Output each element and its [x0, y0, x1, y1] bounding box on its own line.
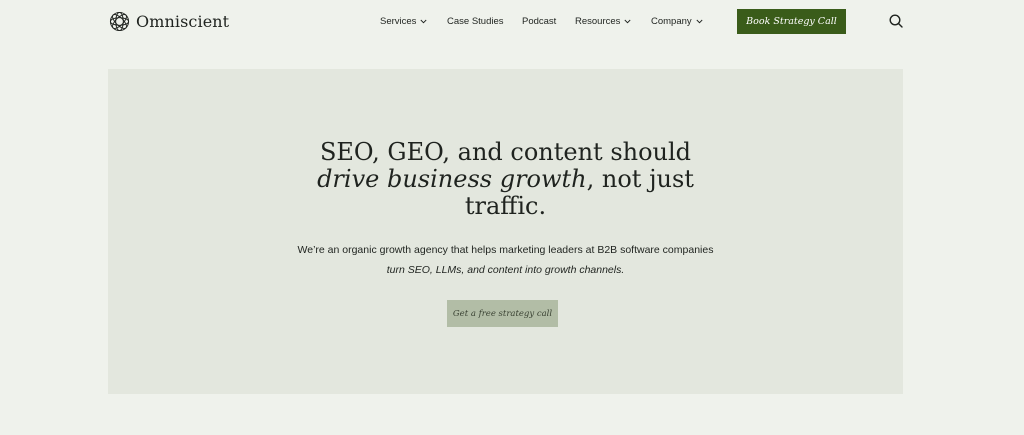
hero-headline: SEO, GEO, and content should drive busin…: [108, 139, 903, 220]
book-strategy-call-button[interactable]: Book Strategy Call: [737, 9, 846, 34]
nav-label: Services: [380, 15, 417, 27]
brand-name: Omniscient: [136, 11, 230, 31]
nav-label: Resources: [575, 15, 621, 27]
nav-item-case-studies[interactable]: Case Studies: [447, 14, 504, 28]
headline-emphasis: drive business growth: [317, 165, 587, 193]
subheadline-line-1: We’re an organic growth agency that help…: [297, 244, 714, 256]
nav-label: Podcast: [522, 15, 557, 27]
brand-logo[interactable]: Omniscient: [109, 10, 229, 32]
chevron-down-icon: [420, 19, 427, 23]
subheadline-line-2: turn SEO, LLMs, and content into growth …: [386, 264, 625, 276]
headline-line-3: traffic.: [464, 192, 547, 220]
nav-item-services[interactable]: Services: [380, 14, 427, 28]
nav-label: Case Studies: [447, 15, 504, 27]
nav-item-podcast[interactable]: Podcast: [522, 14, 556, 28]
site-header: Omniscient Services Case Studies Podcast…: [0, 0, 1024, 42]
logo-icon: [109, 11, 130, 31]
hero-subheadline: We’re an organic growth agency that help…: [108, 240, 903, 280]
search-button[interactable]: [888, 13, 904, 29]
chevron-down-icon: [624, 19, 631, 23]
headline-line-2: drive business growth, not just: [108, 166, 903, 193]
free-strategy-call-button[interactable]: Get a free strategy call: [447, 300, 558, 327]
search-icon: [889, 14, 903, 28]
nav-item-company[interactable]: Company: [651, 14, 703, 28]
headline-line-1: SEO, GEO, and content should: [319, 138, 692, 166]
chevron-down-icon: [696, 19, 703, 23]
nav-item-resources[interactable]: Resources: [575, 14, 631, 28]
nav-label: Company: [651, 15, 692, 27]
hero-section: SEO, GEO, and content should drive busin…: [108, 69, 903, 394]
headline-line-2-rest: , not just: [586, 165, 694, 193]
